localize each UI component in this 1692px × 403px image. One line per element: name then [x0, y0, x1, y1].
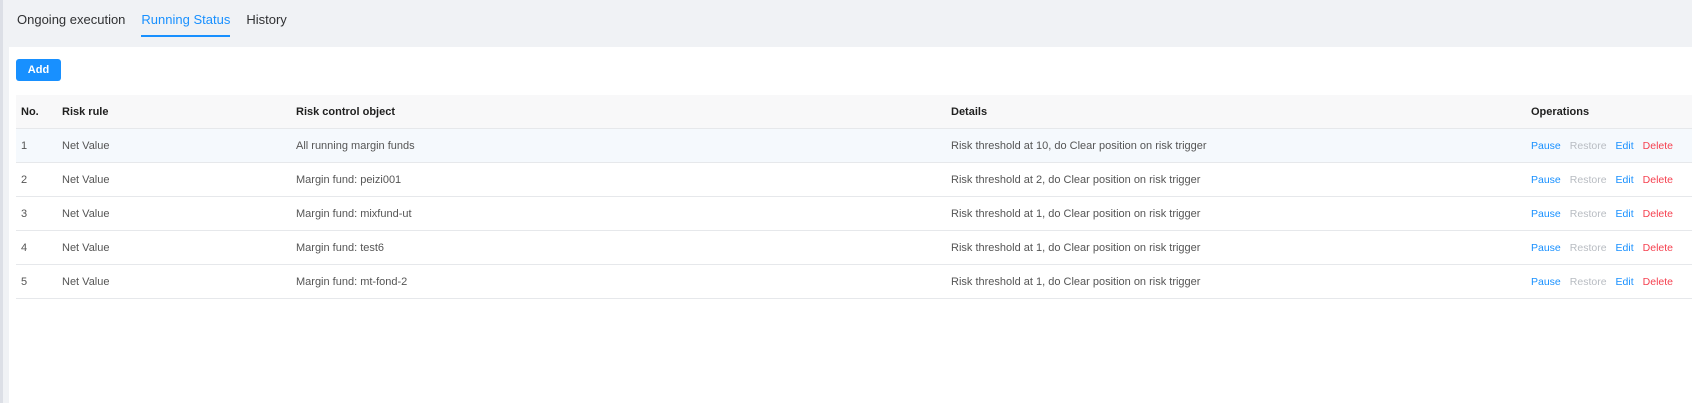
cell-risk-rule: Net Value — [57, 230, 291, 265]
pause-link[interactable]: Pause — [1531, 140, 1561, 152]
header-no: No. — [16, 95, 57, 129]
cell-risk-control-object: Margin fund: mt-fond-2 — [291, 264, 946, 299]
cell-details: Risk threshold at 1, do Clear position o… — [946, 264, 1526, 299]
cell-no: 4 — [16, 230, 57, 265]
cell-no: 1 — [16, 128, 57, 163]
restore-link: Restore — [1569, 275, 1607, 288]
cell-risk-control-object: All running margin funds — [291, 128, 946, 163]
tab-bar: Ongoing execution Running Status History — [17, 0, 303, 37]
pause-link[interactable]: Pause — [1531, 242, 1561, 254]
cell-details: Risk threshold at 2, do Clear position o… — [946, 162, 1526, 197]
cell-risk-control-object: Margin fund: test6 — [291, 230, 946, 265]
cell-operations: Pause Restore Edit Delete — [1526, 264, 1692, 299]
edit-link[interactable]: Edit — [1616, 276, 1634, 288]
cell-risk-control-object: Margin fund: mixfund-ut — [291, 196, 946, 231]
edit-link[interactable]: Edit — [1616, 242, 1634, 254]
edit-link[interactable]: Edit — [1616, 208, 1634, 220]
cell-operations: Pause Restore Edit Delete — [1526, 230, 1692, 265]
table-row: 5 Net Value Margin fund: mt-fond-2 Risk … — [16, 264, 1692, 299]
header-risk-control-object: Risk control object — [291, 95, 946, 129]
header-risk-rule: Risk rule — [57, 95, 291, 129]
pause-link[interactable]: Pause — [1531, 174, 1561, 186]
restore-link: Restore — [1569, 241, 1607, 254]
delete-link[interactable]: Delete — [1643, 140, 1673, 152]
cell-no: 5 — [16, 264, 57, 299]
cell-risk-rule: Net Value — [57, 196, 291, 231]
tab-ongoing-execution[interactable]: Ongoing execution — [17, 12, 125, 37]
edit-link[interactable]: Edit — [1616, 174, 1634, 186]
pause-link[interactable]: Pause — [1531, 208, 1561, 220]
left-edge — [0, 0, 3, 403]
restore-link: Restore — [1569, 139, 1607, 152]
tab-history[interactable]: History — [246, 12, 286, 37]
add-button[interactable]: Add — [16, 59, 61, 81]
risk-rules-table: No. Risk rule Risk control object Detail… — [16, 95, 1692, 299]
cell-risk-rule: Net Value — [57, 264, 291, 299]
cell-risk-control-object: Margin fund: peizi001 — [291, 162, 946, 197]
delete-link[interactable]: Delete — [1643, 174, 1673, 186]
tab-running-status[interactable]: Running Status — [141, 12, 231, 37]
cell-details: Risk threshold at 1, do Clear position o… — [946, 230, 1526, 265]
cell-details: Risk threshold at 1, do Clear position o… — [946, 196, 1526, 231]
table-row: 2 Net Value Margin fund: peizi001 Risk t… — [16, 162, 1692, 197]
cell-risk-rule: Net Value — [57, 162, 291, 197]
cell-no: 3 — [16, 196, 57, 231]
table-row: 4 Net Value Margin fund: test6 Risk thre… — [16, 230, 1692, 265]
table-header-row: No. Risk rule Risk control object Detail… — [16, 95, 1692, 129]
delete-link[interactable]: Delete — [1643, 208, 1673, 220]
edit-link[interactable]: Edit — [1616, 140, 1634, 152]
table-row: 1 Net Value All running margin funds Ris… — [16, 128, 1692, 163]
restore-link: Restore — [1569, 207, 1607, 220]
delete-link[interactable]: Delete — [1643, 276, 1673, 288]
header-details: Details — [946, 95, 1526, 129]
cell-risk-rule: Net Value — [57, 128, 291, 163]
restore-link: Restore — [1569, 173, 1607, 186]
cell-operations: Pause Restore Edit Delete — [1526, 196, 1692, 231]
cell-operations: Pause Restore Edit Delete — [1526, 128, 1692, 163]
content-panel: Add No. Risk rule Risk control object De… — [9, 47, 1692, 403]
cell-no: 2 — [16, 162, 57, 197]
table-row: 3 Net Value Margin fund: mixfund-ut Risk… — [16, 196, 1692, 231]
cell-details: Risk threshold at 10, do Clear position … — [946, 128, 1526, 163]
header-operations: Operations — [1526, 95, 1692, 129]
pause-link[interactable]: Pause — [1531, 276, 1561, 288]
cell-operations: Pause Restore Edit Delete — [1526, 162, 1692, 197]
delete-link[interactable]: Delete — [1643, 242, 1673, 254]
